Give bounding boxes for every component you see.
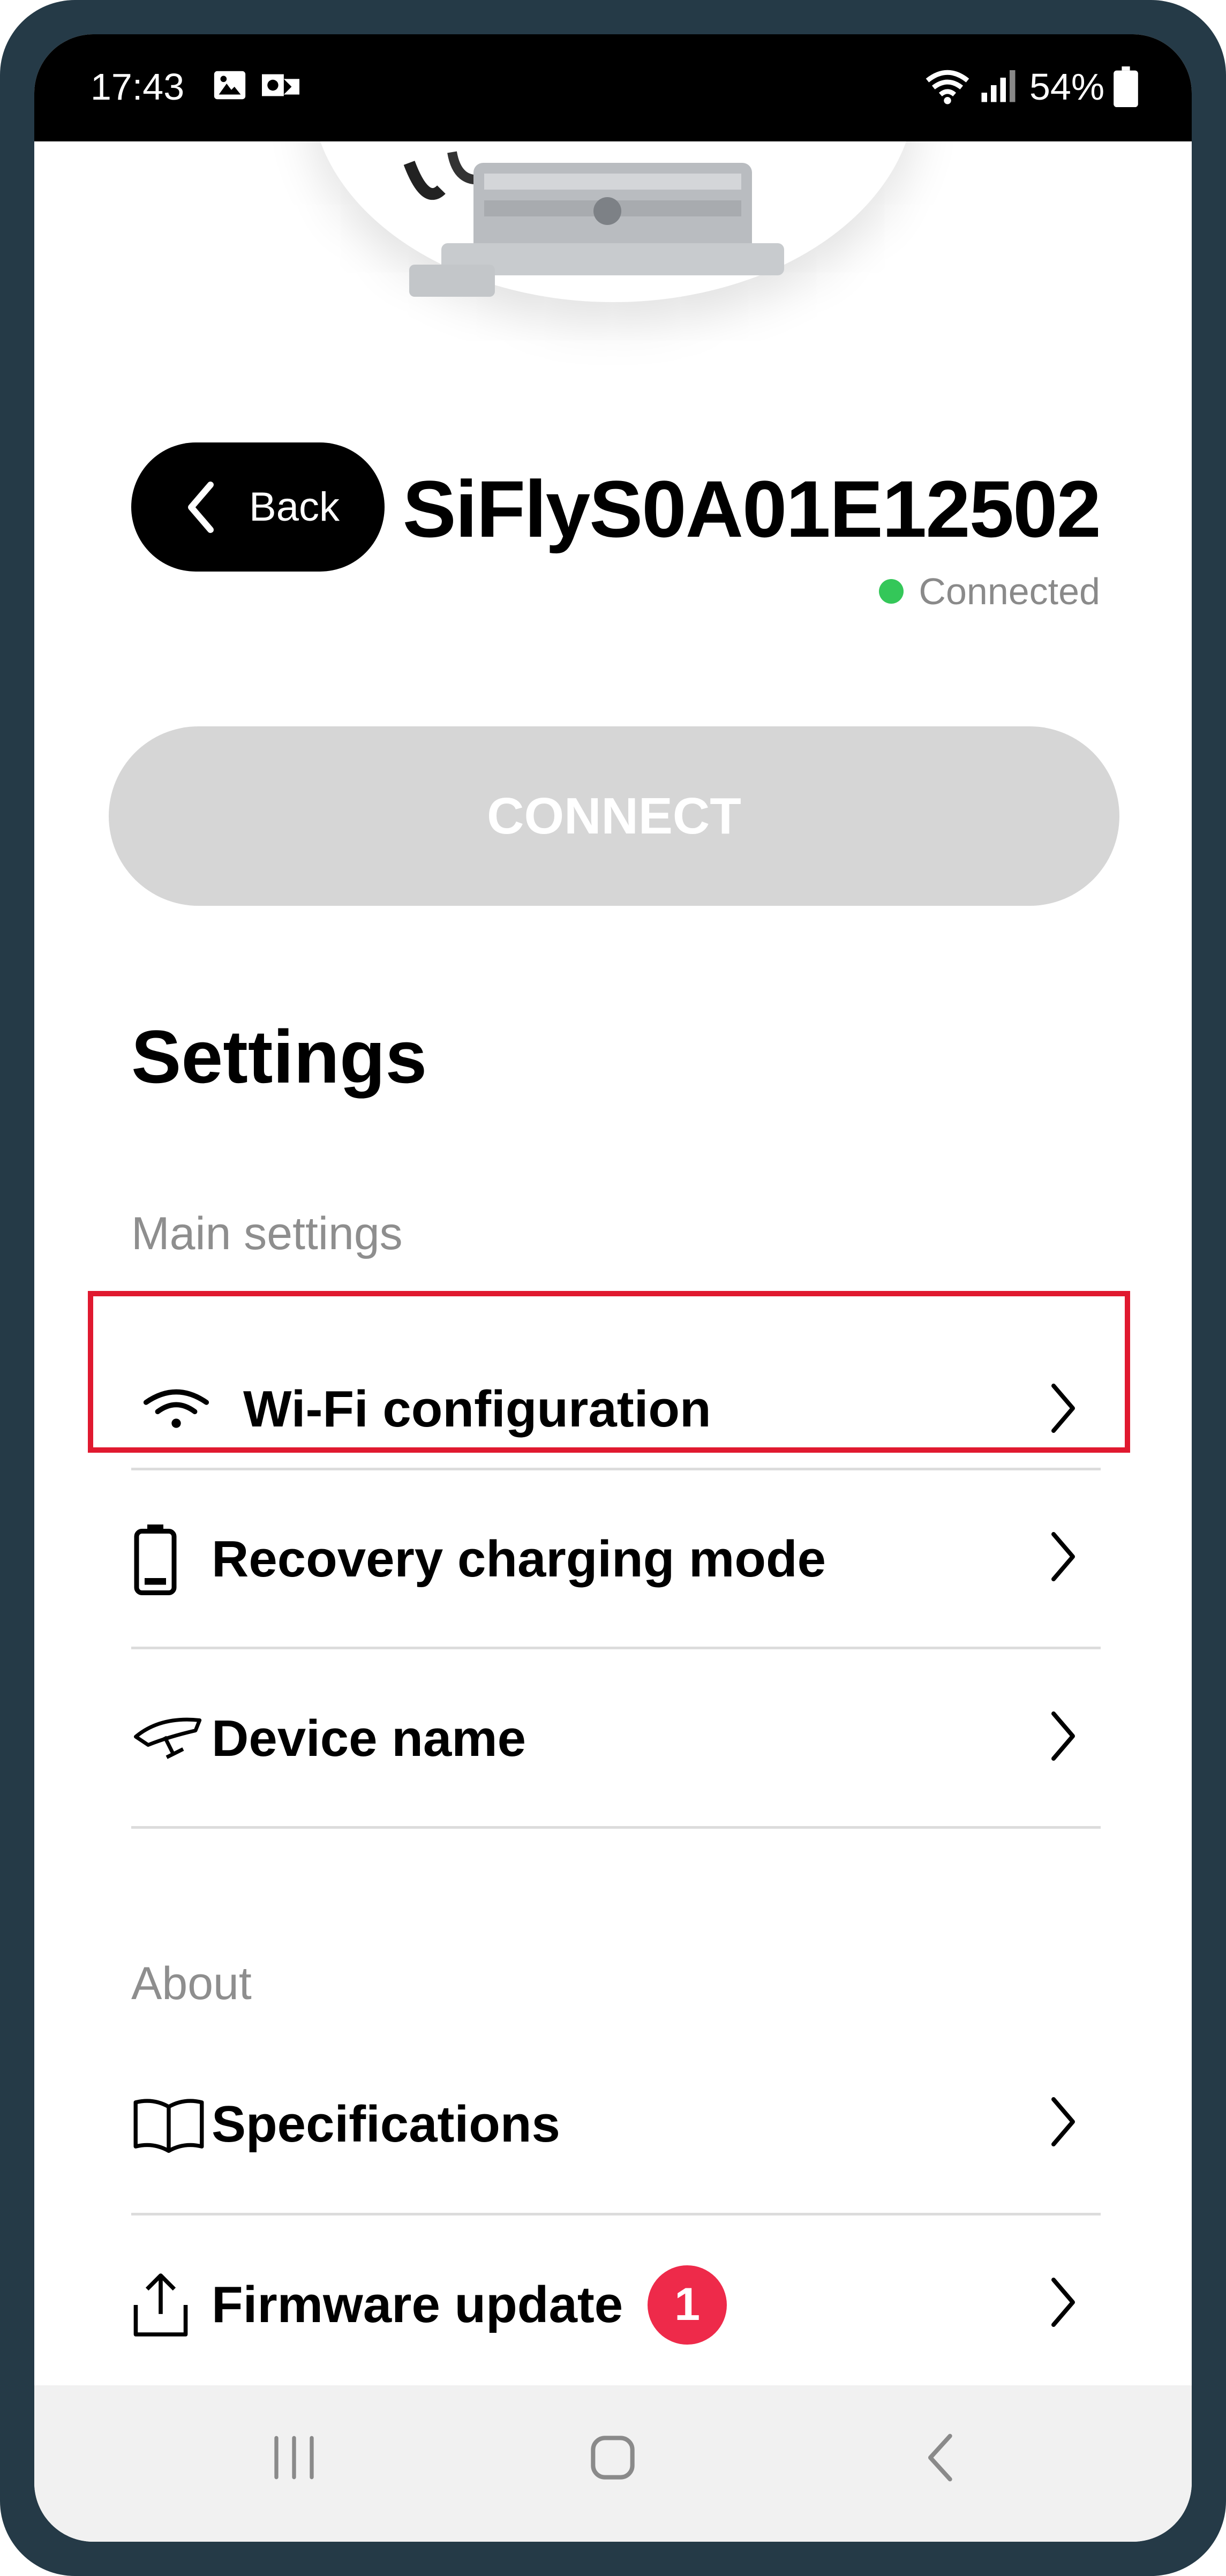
battery-icon	[1114, 66, 1138, 107]
chevron-left-icon	[188, 481, 214, 533]
system-nav-bar	[34, 2385, 1192, 2542]
connection-status: Connected	[879, 570, 1100, 613]
recovery-charging-mode-label: Recovery charging mode	[212, 1530, 826, 1588]
upload-icon	[131, 2270, 212, 2340]
wifi-icon	[926, 70, 969, 104]
status-time: 17:43	[91, 66, 185, 108]
status-bar: 17:43 54%	[34, 34, 1192, 141]
book-icon	[131, 2095, 212, 2154]
gallery-icon	[214, 71, 246, 100]
back-icon[interactable]	[913, 2428, 972, 2487]
device-image	[403, 151, 784, 297]
battery-icon	[131, 1522, 212, 1597]
recovery-charging-mode-row[interactable]: Recovery charging mode	[131, 1470, 1101, 1648]
device-name-title: SiFlyS0A01E12502	[402, 464, 1101, 554]
phone-frame: 17:43 54% Back SiFlyS0A01E12502 Connecte…	[0, 0, 1226, 2576]
notification-badge: 1	[648, 2265, 727, 2345]
highlight-box	[88, 1291, 1130, 1453]
home-icon[interactable]	[583, 2428, 642, 2487]
recent-apps-icon[interactable]	[265, 2428, 324, 2487]
about-section-label: About	[131, 1958, 252, 2009]
chevron-right-icon	[1051, 2278, 1075, 2327]
app-screen: 17:43 54% Back SiFlyS0A01E12502 Connecte…	[34, 34, 1192, 2542]
signal-icon	[981, 70, 1016, 102]
battery-percent: 54%	[1029, 66, 1105, 108]
chevron-right-icon	[1051, 1532, 1075, 1581]
firmware-update-row[interactable]: Firmware update 1	[131, 2215, 1101, 2394]
main-settings-label: Main settings	[131, 1208, 403, 1259]
connection-status-text: Connected	[919, 570, 1100, 612]
chevron-right-icon	[1051, 1711, 1075, 1761]
outlook-icon	[262, 74, 299, 96]
drone-icon	[131, 1712, 212, 1766]
divider	[131, 1826, 1101, 1829]
firmware-update-label: Firmware update	[212, 2275, 623, 2333]
back-label: Back	[249, 484, 340, 530]
status-dot-icon	[879, 579, 904, 604]
specifications-row[interactable]: Specifications	[131, 2035, 1101, 2213]
device-name-label: Device name	[212, 1709, 526, 1767]
specifications-label: Specifications	[212, 2095, 560, 2153]
settings-title: Settings	[131, 1015, 427, 1099]
back-button[interactable]: Back	[131, 442, 385, 572]
device-name-row[interactable]: Device name	[131, 1649, 1101, 1828]
connect-button[interactable]: CONNECT	[109, 726, 1119, 906]
chevron-right-icon	[1051, 2097, 1075, 2146]
